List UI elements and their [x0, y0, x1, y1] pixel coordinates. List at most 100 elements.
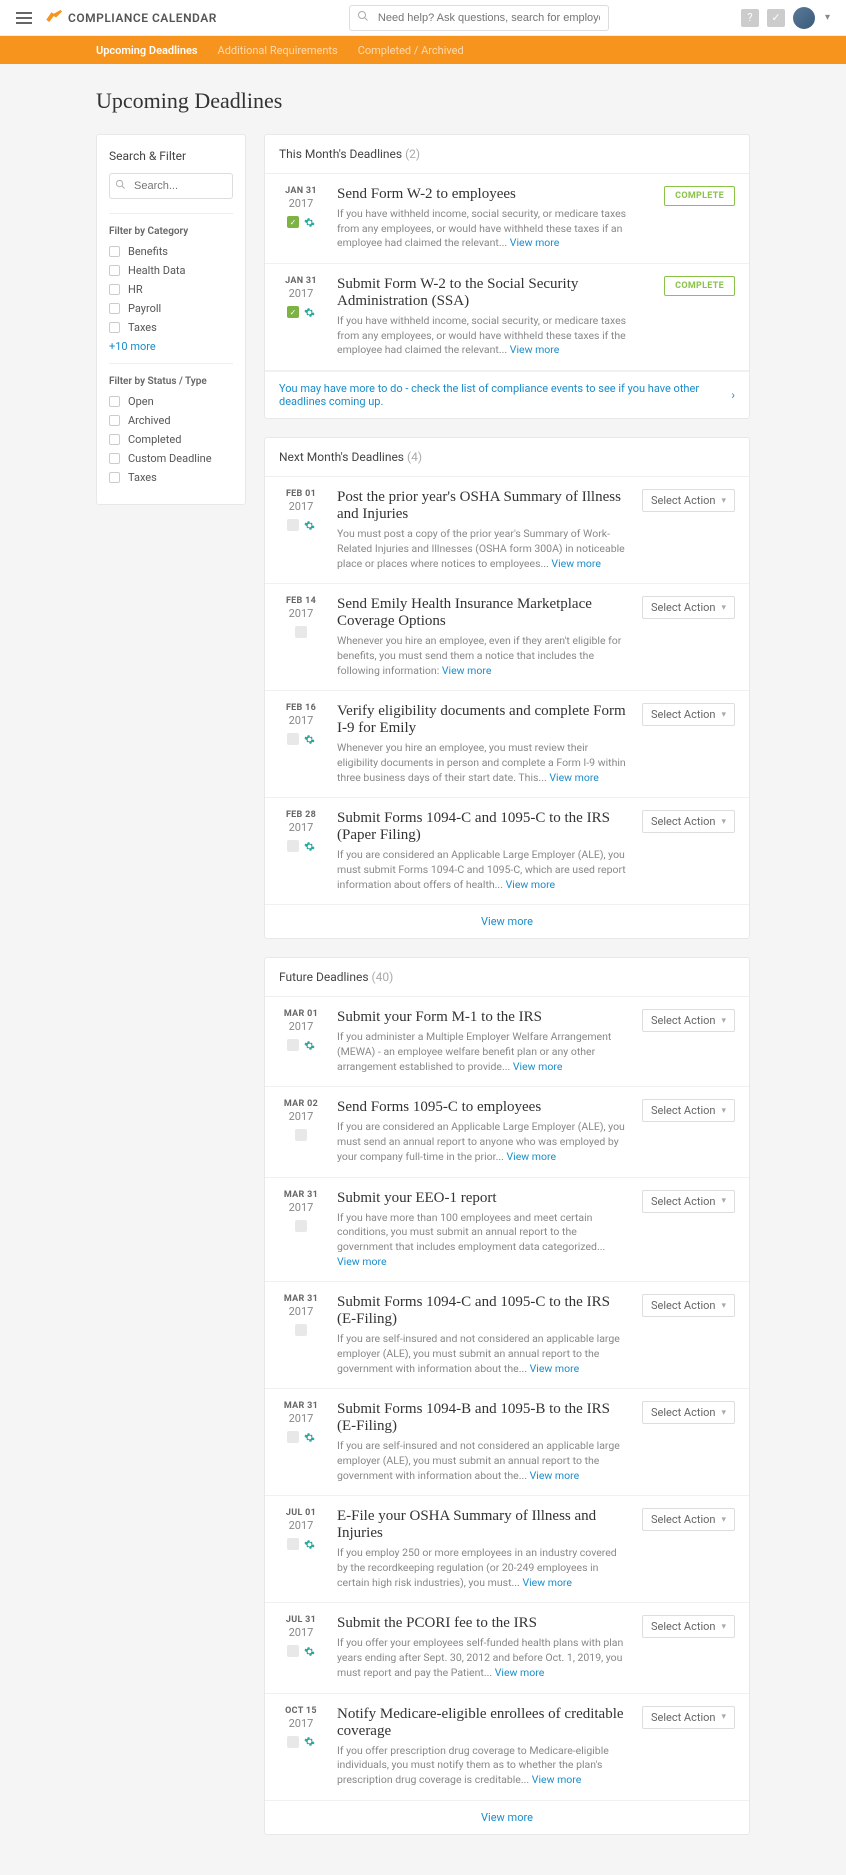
checkbox-icon[interactable] — [109, 246, 120, 257]
select-action-dropdown[interactable]: Select Action▾ — [642, 1009, 735, 1032]
sidebar-title: Search & Filter — [109, 149, 233, 163]
deadline-title: Submit Forms 1094-B and 1095-B to the IR… — [337, 1401, 628, 1435]
select-action-dropdown[interactable]: Select Action▾ — [642, 1706, 735, 1729]
deadline-date: MAR 312017 — [279, 1294, 323, 1336]
select-action-dropdown[interactable]: Select Action▾ — [642, 703, 735, 726]
filter-status-archived[interactable]: Archived — [109, 414, 233, 427]
checkbox-icon[interactable] — [109, 434, 120, 445]
select-action-dropdown[interactable]: Select Action▾ — [642, 1099, 735, 1122]
view-more-link[interactable]: View more — [551, 557, 601, 570]
tab-upcoming-deadlines[interactable]: Upcoming Deadlines — [96, 36, 198, 64]
sidebar-search-input[interactable] — [109, 173, 233, 199]
chevron-down-icon: ▾ — [721, 710, 726, 720]
deadline-title: Post the prior year's OSHA Summary of Il… — [337, 489, 628, 523]
complete-badge: COMPLETE — [664, 186, 735, 206]
deadline-row: JUL 312017Submit the PCORI fee to the IR… — [265, 1603, 749, 1693]
gear-icon[interactable] — [303, 519, 315, 531]
more-categories-link[interactable]: +10 more — [109, 340, 233, 353]
checkbox-icon[interactable] — [109, 453, 120, 464]
chevron-down-icon: ▾ — [721, 1515, 726, 1525]
gear-icon[interactable] — [303, 1538, 315, 1550]
checkbox-icon[interactable] — [109, 322, 120, 333]
gear-icon[interactable] — [303, 1039, 315, 1051]
note-icon — [295, 1220, 307, 1232]
filter-status-custom-deadline[interactable]: Custom Deadline — [109, 452, 233, 465]
note-icon — [287, 840, 299, 852]
filter-category-benefits[interactable]: Benefits — [109, 245, 233, 258]
gear-icon[interactable] — [303, 840, 315, 852]
chevron-down-icon[interactable]: ▾ — [825, 12, 830, 23]
filter-category-payroll[interactable]: Payroll — [109, 302, 233, 315]
filter-status-completed[interactable]: Completed — [109, 433, 233, 446]
view-more-link[interactable]: View more — [532, 1773, 582, 1786]
select-action-dropdown[interactable]: Select Action▾ — [642, 489, 735, 512]
chevron-down-icon: ▾ — [721, 1622, 726, 1632]
checkbox-icon[interactable] — [109, 284, 120, 295]
chevron-down-icon: ▾ — [721, 1016, 726, 1026]
deadline-date: FEB 162017 — [279, 703, 323, 745]
view-more-link[interactable]: View more — [530, 1469, 580, 1482]
filter-category-taxes[interactable]: Taxes — [109, 321, 233, 334]
view-more-link[interactable]: View more — [522, 1576, 572, 1589]
gear-icon[interactable] — [303, 1645, 315, 1657]
filter-category-health-data[interactable]: Health Data — [109, 264, 233, 277]
tab-additional-requirements[interactable]: Additional Requirements — [218, 36, 338, 64]
view-more-link[interactable]: View more — [507, 1150, 557, 1163]
panel-header: Next Month's Deadlines (4) — [265, 438, 749, 477]
view-more-link[interactable]: View more — [495, 1666, 545, 1679]
tasks-icon[interactable]: ✓ — [767, 9, 785, 27]
chevron-down-icon: ▾ — [721, 1106, 726, 1116]
select-action-dropdown[interactable]: Select Action▾ — [642, 596, 735, 619]
gear-icon[interactable] — [303, 1431, 315, 1443]
checkbox-icon[interactable] — [109, 415, 120, 426]
view-more-link[interactable]: View more — [530, 1362, 580, 1375]
view-more-link[interactable]: View more — [442, 664, 492, 677]
view-more-link[interactable]: View more — [549, 771, 599, 784]
note-icon — [287, 519, 299, 531]
note-icon — [287, 733, 299, 745]
deadline-title: Submit your EEO-1 report — [337, 1190, 628, 1207]
select-action-dropdown[interactable]: Select Action▾ — [642, 1615, 735, 1638]
avatar[interactable] — [793, 7, 815, 29]
global-search-input[interactable] — [349, 5, 609, 31]
select-action-dropdown[interactable]: Select Action▾ — [642, 810, 735, 833]
gear-icon[interactable] — [303, 306, 315, 318]
checkbox-icon[interactable] — [109, 265, 120, 276]
view-more-link[interactable]: View more — [506, 878, 556, 891]
checkbox-icon[interactable] — [109, 396, 120, 407]
filter-status-taxes[interactable]: Taxes — [109, 471, 233, 484]
deadline-date: JAN 312017✓ — [279, 186, 323, 228]
gear-icon[interactable] — [303, 1736, 315, 1748]
chevron-right-icon: › — [731, 388, 735, 402]
deadline-description: Whenever you hire an employee, you must … — [337, 741, 628, 785]
select-action-dropdown[interactable]: Select Action▾ — [642, 1294, 735, 1317]
view-more-link[interactable]: View more — [510, 236, 560, 249]
help-icon[interactable]: ? — [741, 9, 759, 27]
tab-completed-archived[interactable]: Completed / Archived — [358, 36, 464, 64]
panel-view-more[interactable]: View more — [265, 1801, 749, 1834]
view-more-link[interactable]: View more — [513, 1060, 563, 1073]
checkbox-icon[interactable] — [109, 472, 120, 483]
deadline-title: Send Form W-2 to employees — [337, 186, 650, 203]
chevron-down-icon: ▾ — [721, 1301, 726, 1311]
select-action-dropdown[interactable]: Select Action▾ — [642, 1401, 735, 1424]
gear-icon[interactable] — [303, 216, 315, 228]
filter-status-open[interactable]: Open — [109, 395, 233, 408]
panel-view-more[interactable]: View more — [265, 905, 749, 938]
select-action-dropdown[interactable]: Select Action▾ — [642, 1508, 735, 1531]
note-icon — [287, 1538, 299, 1550]
gear-icon[interactable] — [303, 733, 315, 745]
hamburger-menu-icon[interactable] — [16, 12, 32, 24]
deadline-title: Submit Forms 1094-C and 1095-C to the IR… — [337, 1294, 628, 1328]
select-action-dropdown[interactable]: Select Action▾ — [642, 1190, 735, 1213]
this-month-panel: This Month's Deadlines (2)JAN 312017✓Sen… — [264, 134, 750, 419]
deadline-description: If you administer a Multiple Employer We… — [337, 1030, 628, 1074]
more-deadlines-hint[interactable]: You may have more to do - check the list… — [265, 371, 749, 418]
deadline-row: MAR 312017Submit Forms 1094-B and 1095-B… — [265, 1389, 749, 1496]
view-more-link[interactable]: View more — [337, 1255, 387, 1268]
filter-category-hr[interactable]: HR — [109, 283, 233, 296]
checkbox-icon[interactable] — [109, 303, 120, 314]
deadline-row: JAN 312017✓Submit Form W-2 to the Social… — [265, 264, 749, 371]
view-more-link[interactable]: View more — [510, 343, 560, 356]
deadline-row: MAR 022017Send Forms 1095-C to employees… — [265, 1087, 749, 1177]
